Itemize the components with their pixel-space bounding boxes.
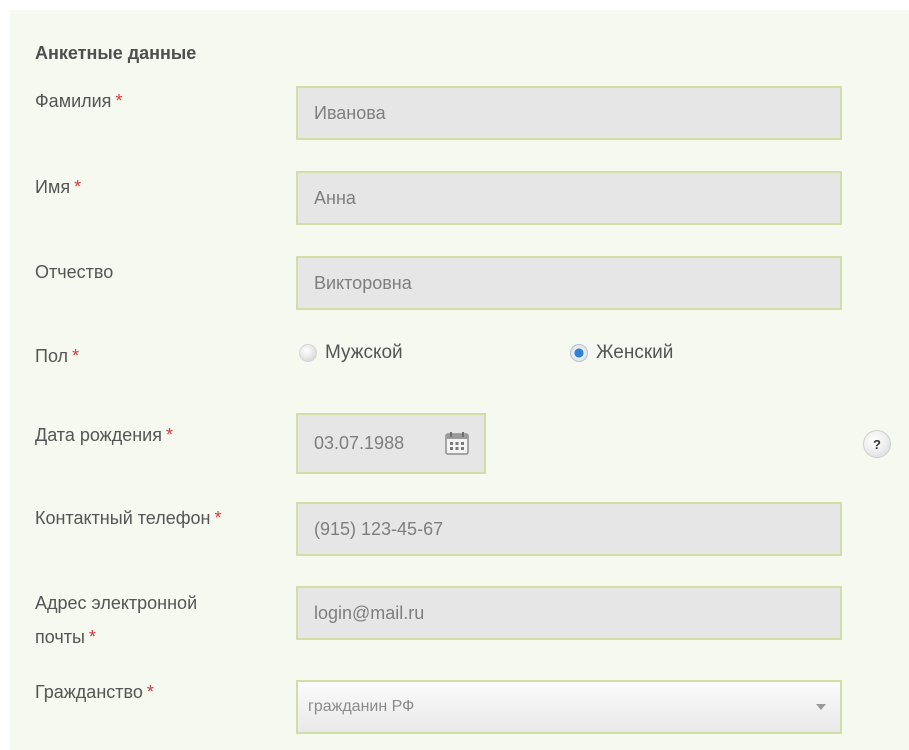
chevron-down-icon[interactable] (816, 704, 826, 710)
gender-radio-female[interactable]: Женский (570, 342, 673, 364)
required-mark: * (165, 425, 173, 445)
required-mark: * (115, 91, 123, 111)
citizenship-select[interactable]: гражданин РФ (296, 680, 842, 734)
required-mark: * (72, 346, 80, 366)
gender-label-text: Пол (35, 346, 69, 366)
name-input[interactable] (296, 171, 842, 225)
citizenship-value: гражданин РФ (308, 698, 415, 715)
phone-label: Контактный телефон * (35, 503, 222, 533)
name-label-text: Имя (35, 177, 71, 197)
citizenship-label: Гражданство * (35, 677, 154, 707)
gender-radio-male[interactable]: Мужской (299, 342, 403, 364)
phone-input[interactable] (296, 502, 842, 556)
patronymic-input[interactable] (296, 256, 842, 310)
birth-date-label: Дата рождения * (35, 420, 173, 450)
calendar-icon[interactable] (444, 430, 470, 456)
help-icon[interactable]: ? (863, 430, 891, 458)
radio-unchecked-icon[interactable] (299, 344, 317, 362)
required-mark: * (146, 682, 154, 702)
surname-label-text: Фамилия (35, 91, 112, 111)
email-label-line1: Адрес электронной (35, 593, 198, 613)
phone-label-text: Контактный телефон (35, 508, 211, 528)
required-mark: * (74, 177, 82, 197)
radio-checked-icon[interactable] (570, 344, 588, 362)
surname-label: Фамилия * (35, 86, 122, 116)
gender-female-label: Женский (596, 342, 674, 363)
surname-input[interactable] (296, 86, 842, 140)
email-input[interactable] (296, 586, 842, 640)
patronymic-label: Отчество (35, 262, 114, 282)
email-label-line2: почты (35, 627, 85, 647)
required-mark: * (214, 508, 222, 528)
email-label-line2-wrap: почты * (35, 622, 197, 652)
section-title: Анкетные данные (35, 43, 197, 63)
citizenship-label-text: Гражданство (35, 682, 143, 702)
name-label: Имя * (35, 172, 81, 202)
birth-date-input[interactable]: 03.07.1988 (296, 413, 486, 474)
gender-male-label: Мужской (325, 342, 403, 363)
email-label: Адрес электронной почты * (35, 588, 197, 652)
gender-label: Пол * (35, 341, 79, 371)
birth-date-value: 03.07.1988 (314, 433, 405, 453)
required-mark: * (88, 627, 96, 647)
birth-date-label-text: Дата рождения (35, 425, 162, 445)
